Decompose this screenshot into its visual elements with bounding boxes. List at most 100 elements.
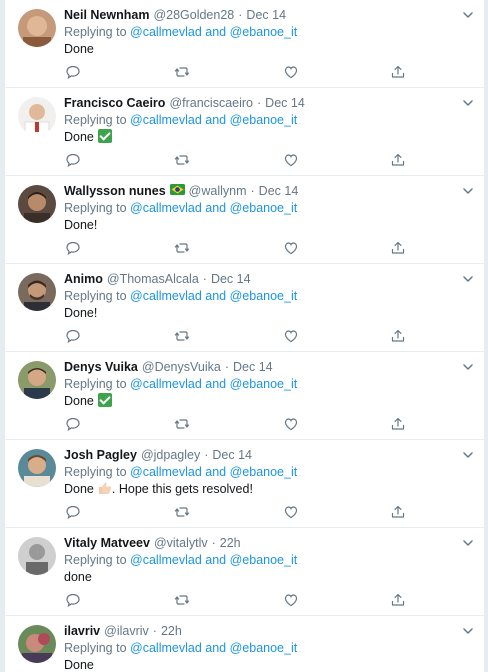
retweet-icon[interactable] bbox=[174, 504, 190, 520]
timestamp[interactable]: 22h bbox=[220, 535, 241, 552]
user-handle[interactable]: @ThomasAlcala bbox=[107, 271, 199, 288]
mention-link[interactable]: @ebanoe_it bbox=[230, 553, 298, 567]
reply-icon[interactable] bbox=[65, 504, 81, 520]
user-handle[interactable]: @vitalytlv bbox=[154, 535, 208, 552]
share-icon[interactable] bbox=[390, 64, 406, 80]
display-name[interactable]: Denys Vuika bbox=[64, 359, 138, 376]
display-name[interactable]: Wallysson nunes bbox=[64, 183, 166, 200]
tweet-actions bbox=[65, 240, 407, 256]
brazil-flag-icon bbox=[169, 184, 185, 195]
user-handle[interactable]: @DenysVuika bbox=[142, 359, 221, 376]
mention-link[interactable]: @ebanoe_it bbox=[230, 465, 298, 479]
avatar[interactable] bbox=[18, 97, 56, 135]
timestamp[interactable]: Dec 14 bbox=[265, 95, 305, 112]
share-icon[interactable] bbox=[390, 152, 406, 168]
separator-dot: · bbox=[204, 448, 209, 462]
avatar[interactable] bbox=[18, 625, 56, 663]
chevron-down-icon[interactable] bbox=[462, 185, 474, 197]
share-icon[interactable] bbox=[390, 240, 406, 256]
replying-to: Replying to @callmevlad and @ebanoe_it bbox=[64, 552, 472, 569]
like-icon[interactable] bbox=[283, 504, 299, 520]
avatar[interactable] bbox=[18, 537, 56, 575]
tweet[interactable]: Vitaly Matveev @vitalytlv · 22h Replying… bbox=[5, 528, 484, 616]
tweet[interactable]: ilavriv @ilavriv · 22h Replying to @call… bbox=[5, 616, 484, 672]
display-name[interactable]: ilavriv bbox=[64, 623, 100, 640]
like-icon[interactable] bbox=[283, 152, 299, 168]
chevron-down-icon[interactable] bbox=[462, 97, 474, 109]
avatar[interactable] bbox=[18, 185, 56, 223]
chevron-down-icon[interactable] bbox=[462, 537, 474, 549]
share-icon[interactable] bbox=[390, 328, 406, 344]
display-name[interactable]: Neil Newnham bbox=[64, 7, 149, 24]
and-label: and bbox=[205, 641, 227, 655]
tweet[interactable]: Wallysson nunes @wallynm · Dec 14 Replyi… bbox=[5, 176, 484, 264]
reply-icon[interactable] bbox=[65, 416, 81, 432]
like-icon[interactable] bbox=[283, 592, 299, 608]
retweet-icon[interactable] bbox=[174, 328, 190, 344]
display-name[interactable]: Francisco Caeiro bbox=[64, 95, 165, 112]
reply-icon[interactable] bbox=[65, 240, 81, 256]
retweet-icon[interactable] bbox=[174, 152, 190, 168]
chevron-down-icon[interactable] bbox=[462, 361, 474, 373]
share-icon[interactable] bbox=[390, 416, 406, 432]
tweet[interactable]: Animo @ThomasAlcala · Dec 14 Replying to… bbox=[5, 264, 484, 352]
display-name[interactable]: Animo bbox=[64, 271, 103, 288]
reply-icon[interactable] bbox=[65, 592, 81, 608]
mention-link[interactable]: @callmevlad bbox=[130, 113, 202, 127]
chevron-down-icon[interactable] bbox=[462, 449, 474, 461]
retweet-icon[interactable] bbox=[174, 416, 190, 432]
like-icon[interactable] bbox=[283, 416, 299, 432]
mention-link[interactable]: @callmevlad bbox=[130, 289, 202, 303]
tweet[interactable]: Denys Vuika @DenysVuika · Dec 14 Replyin… bbox=[5, 352, 484, 440]
mention-link[interactable]: @ebanoe_it bbox=[230, 377, 298, 391]
timestamp[interactable]: Dec 14 bbox=[233, 359, 273, 376]
avatar[interactable] bbox=[18, 9, 56, 47]
chevron-down-icon[interactable] bbox=[462, 273, 474, 285]
share-icon[interactable] bbox=[390, 504, 406, 520]
mention-link[interactable]: @callmevlad bbox=[130, 25, 202, 39]
tweet[interactable]: Neil Newnham @28Golden28 · Dec 14 Replyi… bbox=[5, 0, 484, 88]
chevron-down-icon[interactable] bbox=[462, 9, 474, 21]
mention-link[interactable]: @ebanoe_it bbox=[230, 201, 298, 215]
like-icon[interactable] bbox=[283, 240, 299, 256]
mention-link[interactable]: @ebanoe_it bbox=[230, 25, 298, 39]
reply-icon[interactable] bbox=[65, 152, 81, 168]
mention-link[interactable]: @callmevlad bbox=[130, 377, 202, 391]
like-icon[interactable] bbox=[283, 328, 299, 344]
chevron-down-icon[interactable] bbox=[462, 625, 474, 637]
retweet-icon[interactable] bbox=[174, 240, 190, 256]
user-handle[interactable]: @wallynm bbox=[189, 183, 247, 200]
mention-link[interactable]: @callmevlad bbox=[130, 201, 202, 215]
like-icon[interactable] bbox=[283, 64, 299, 80]
tweet-body: Done! bbox=[64, 218, 98, 232]
timestamp[interactable]: Dec 14 bbox=[211, 271, 251, 288]
reply-icon[interactable] bbox=[65, 64, 81, 80]
display-name[interactable]: Vitaly Matveev bbox=[64, 535, 150, 552]
replying-to-label: Replying to bbox=[64, 289, 127, 303]
user-handle[interactable]: @28Golden28 bbox=[153, 7, 234, 24]
timestamp[interactable]: 22h bbox=[161, 623, 182, 640]
retweet-icon[interactable] bbox=[174, 64, 190, 80]
user-handle[interactable]: @ilavriv bbox=[104, 623, 149, 640]
tweet[interactable]: Josh Pagley @jdpagley · Dec 14 Replying … bbox=[5, 440, 484, 528]
mention-link[interactable]: @callmevlad bbox=[130, 641, 202, 655]
mention-link[interactable]: @ebanoe_it bbox=[230, 641, 298, 655]
mention-link[interactable]: @callmevlad bbox=[130, 553, 202, 567]
share-icon[interactable] bbox=[390, 592, 406, 608]
timestamp[interactable]: Dec 14 bbox=[259, 183, 299, 200]
timestamp[interactable]: Dec 14 bbox=[212, 447, 252, 464]
retweet-icon[interactable] bbox=[174, 592, 190, 608]
display-name[interactable]: Josh Pagley bbox=[64, 447, 137, 464]
mention-link[interactable]: @ebanoe_it bbox=[230, 289, 298, 303]
avatar[interactable] bbox=[18, 361, 56, 399]
mention-link[interactable]: @ebanoe_it bbox=[230, 113, 298, 127]
avatar[interactable] bbox=[18, 273, 56, 311]
mention-link[interactable]: @callmevlad bbox=[130, 465, 202, 479]
user-handle[interactable]: @jdpagley bbox=[141, 447, 200, 464]
tweet-body: Done bbox=[64, 42, 94, 56]
avatar[interactable] bbox=[18, 449, 56, 487]
timestamp[interactable]: Dec 14 bbox=[246, 7, 286, 24]
user-handle[interactable]: @franciscaeiro bbox=[169, 95, 253, 112]
tweet[interactable]: Francisco Caeiro @franciscaeiro · Dec 14… bbox=[5, 88, 484, 176]
reply-icon[interactable] bbox=[65, 328, 81, 344]
